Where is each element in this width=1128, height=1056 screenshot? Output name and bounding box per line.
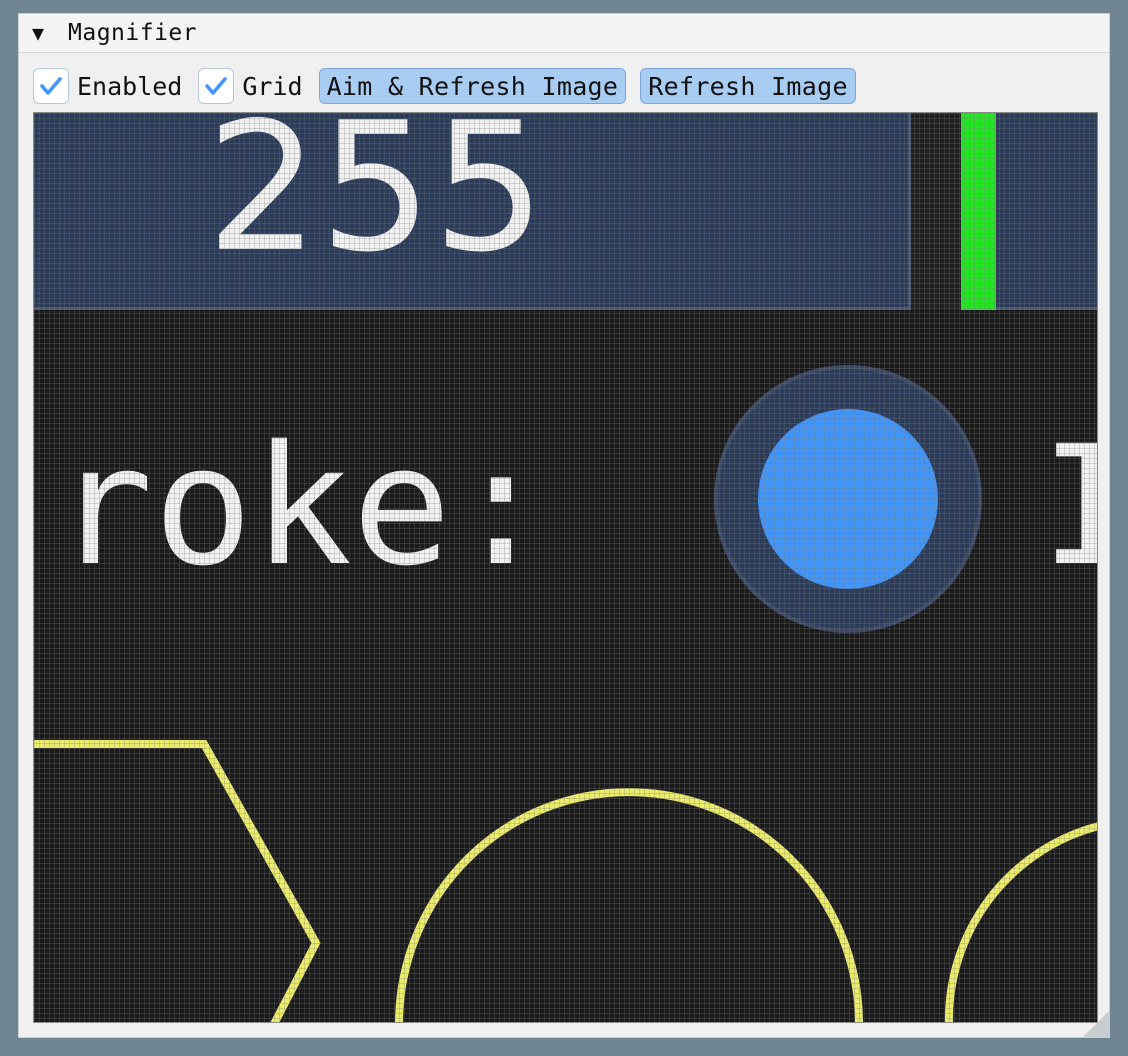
collapsing-header[interactable]: ▼ Magnifier [19,14,1109,53]
checkmark-icon [205,77,228,95]
refresh-image-button[interactable]: Refresh Image [640,68,856,104]
enabled-label: Enabled [77,71,183,101]
magnified-image: 255 roke: I [34,113,1098,1022]
panel-title: Magnifier [68,20,198,46]
magnified-image-viewport[interactable]: 255 roke: I [33,112,1098,1023]
green-bar [961,113,996,310]
resize-grip-icon[interactable] [1083,1011,1109,1037]
radio-dot [758,409,938,589]
enabled-checkbox[interactable] [33,68,69,104]
checkmark-icon [40,77,62,95]
magnifier-toolbar: Enabled Grid Aim & Refresh Image Refresh… [33,66,870,106]
stroke-label-text: roke: [54,410,551,602]
collapse-arrow-icon[interactable]: ▼ [32,23,52,43]
cut-off-char: I [1040,410,1098,602]
aim-refresh-image-button[interactable]: Aim & Refresh Image [318,68,627,104]
grid-checkbox[interactable] [198,68,235,104]
slider-value-text: 255 [206,113,546,291]
grid-label: Grid [242,71,303,101]
magnifier-window: ▼ Magnifier Enabled Grid Aim & Refresh I… [18,13,1110,1038]
